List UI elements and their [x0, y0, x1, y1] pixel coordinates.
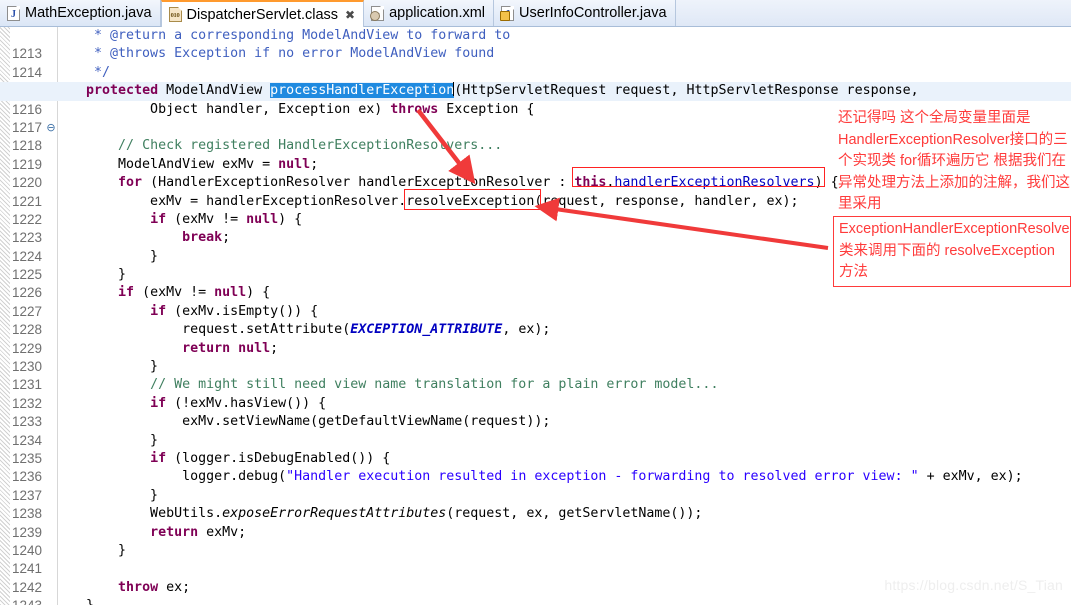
code-line: 1238 } [0, 487, 1071, 521]
line-content: protected ModelAndView processHandlerExc… [86, 82, 919, 99]
java-file-icon: J [7, 5, 20, 21]
line-content [62, 119, 70, 137]
line-content: throw ex; [118, 579, 191, 595]
line-content: break; [182, 230, 231, 246]
code-line: 1234 exMv.setViewName(getDefaultViewName… [0, 413, 1071, 447]
line-content: } [62, 597, 94, 605]
code-line: 1215 */ [0, 64, 1071, 98]
code-line: 1228 if (exMv.isEmpty()) { [0, 303, 1071, 337]
line-content: } [62, 487, 159, 503]
code-line: 1214 * @throws Exception if no error Mod… [0, 45, 1071, 79]
line-content: } [62, 432, 159, 448]
code-line: 1241 } [0, 542, 1071, 576]
line-content: } [62, 359, 159, 375]
line-content: logger.debug("Handler execution resulted… [62, 469, 1023, 485]
tab-label: application.xml [389, 5, 486, 21]
tab-user-info-controller-java[interactable]: J UserInfoController.java [494, 0, 676, 26]
tab-label: UserInfoController.java [519, 5, 667, 21]
editor-tab-bar: J MathException.java 010 DispatcherServl… [0, 0, 1071, 27]
annotation-note-bottom: ExceptionHandlerExceptionResolver类来调用下面的… [833, 216, 1071, 287]
line-content: for (HandlerExceptionResolver handlerExc… [118, 175, 839, 191]
java-warning-file-icon: J [500, 5, 515, 21]
line-content: return null; [182, 340, 279, 356]
line-content [62, 560, 70, 578]
line-content: if (logger.isDebugEnabled()) { [150, 450, 391, 466]
code-line: 1230 return null; [0, 340, 1071, 374]
xml-badge-icon [370, 10, 381, 21]
line-content: exMv = handlerExceptionResolver.resolveE… [62, 193, 799, 209]
line-content: * @return a corresponding ModelAndView t… [62, 28, 511, 43]
line-content: // Check registered HandlerExceptionReso… [118, 138, 503, 154]
line-content: return exMv; [150, 524, 247, 540]
code-line: 1233 if (!exMv.hasView()) { [0, 395, 1071, 429]
line-content: if (exMv.isEmpty()) { [150, 303, 319, 319]
line-content: WebUtils.exposeErrorRequestAttributes(re… [62, 506, 703, 522]
line-content: if (exMv != null) { [150, 211, 303, 227]
code-line: 1242 [0, 560, 1071, 595]
line-content: exMv.setViewName(getDefaultViewName(requ… [62, 414, 551, 430]
code-line: 1235 } [0, 432, 1071, 466]
code-line: 1232 // We might still need view name tr… [0, 376, 1071, 410]
warning-badge-icon [500, 10, 511, 21]
line-content: } [62, 542, 127, 558]
code-line: 1231 } [0, 358, 1071, 392]
tab-dispatcher-servlet-class[interactable]: 010 DispatcherServlet.class ✖ [160, 0, 365, 27]
tab-label: DispatcherServlet.class [186, 6, 339, 23]
code-line: 1240 return exMv; [0, 524, 1071, 558]
line-content: } [62, 248, 159, 264]
code-line-current: 1216 ⊖ protected ModelAndView processHan… [0, 82, 1071, 134]
line-content: * @throws Exception if no error ModelAnd… [62, 46, 495, 62]
close-icon[interactable]: ✖ [345, 8, 355, 22]
tab-application-xml[interactable]: x application.xml [364, 0, 495, 26]
line-content: Object handler, Exception ex) throws Exc… [62, 101, 535, 117]
code-line: 1237 logger.debug("Handler execution res… [0, 468, 1071, 502]
tab-math-exception-java[interactable]: J MathException.java [0, 0, 161, 26]
class-file-icon: 010 [168, 7, 182, 22]
xml-file-icon: x [370, 5, 385, 21]
code-line: 1213 * @return a corresponding ModelAndV… [0, 27, 1071, 61]
line-content: } [62, 267, 127, 283]
annotation-note-top: 还记得吗 这个全局变量里面是 HandlerExceptionResolver接… [838, 110, 1070, 212]
line-content: // We might still need view name transla… [150, 377, 719, 393]
line-content: request.setAttribute(EXCEPTION_ATTRIBUTE… [62, 322, 551, 338]
line-content: */ [62, 64, 111, 80]
code-line: 1236 if (logger.isDebugEnabled()) { [0, 450, 1071, 484]
code-line: 1239 WebUtils.exposeErrorRequestAttribut… [0, 505, 1071, 539]
tab-label: MathException.java [25, 5, 152, 21]
line-content: ModelAndView exMv = null; [62, 156, 319, 172]
selected-token: processHandlerException [270, 83, 455, 99]
line-content: if (exMv != null) { [118, 285, 271, 301]
code-line: 1244 } [0, 597, 1071, 605]
code-line: 1227 if (exMv != null) { [0, 284, 1071, 318]
code-line: 1229 request.setAttribute(EXCEPTION_ATTR… [0, 321, 1071, 355]
watermark: https://blog.csdn.net/S_Tian [884, 577, 1063, 593]
line-content: if (!exMv.hasView()) { [150, 395, 327, 411]
